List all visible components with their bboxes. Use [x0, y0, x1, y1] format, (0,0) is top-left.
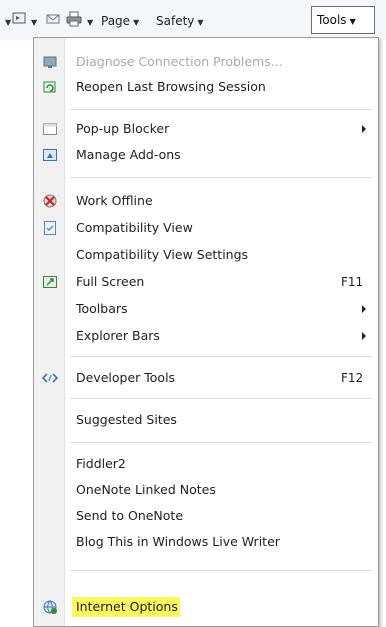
menu-separator [70, 177, 372, 178]
menu-label: Internet Options [76, 599, 178, 614]
command-bar: ▼ ▼ ▼ Page ▼ Safety ▼ Tools ▼ [0, 0, 386, 40]
popup-blocker-icon [43, 123, 57, 135]
safety-menu-button[interactable]: Safety ▼ [156, 8, 204, 34]
feeds-dropdown[interactable]: ▼ [28, 8, 37, 34]
menu-label: Suggested Sites [76, 412, 177, 427]
print-dropdown[interactable]: ▼ [84, 8, 93, 34]
menu-item-onenote-linked-notes[interactable]: OneNote Linked Notes [34, 477, 378, 503]
menu-item-send-to-onenote[interactable]: Send to OneNote [34, 503, 378, 529]
menu-label: Explorer Bars [76, 328, 160, 343]
full-screen-icon [43, 276, 57, 288]
submenu-arrow-icon [362, 305, 366, 313]
tools-menu: Diagnose Connection Problems... Reopen L… [33, 37, 379, 627]
menu-label: Blog This in Windows Live Writer [76, 534, 280, 549]
menu-label: Pop-up Blocker [76, 121, 170, 136]
page-menu-label: Page [101, 14, 131, 28]
menu-separator [70, 109, 372, 110]
menu-item-diagnose-connection: Diagnose Connection Problems... [34, 49, 378, 75]
mail-icon[interactable] [46, 13, 60, 25]
submenu-arrow-icon [362, 332, 366, 340]
shortcut-key: F11 [341, 275, 364, 289]
menu-item-compatibility-view[interactable]: Compatibility View [34, 215, 378, 241]
menu-separator [70, 570, 372, 571]
tools-menu-button[interactable]: Tools ▼ [311, 6, 375, 34]
menu-item-blog-this[interactable]: Blog This in Windows Live Writer [34, 529, 378, 555]
menu-label: Reopen Last Browsing Session [76, 79, 266, 94]
feeds-icon[interactable] [12, 12, 26, 24]
submenu-arrow-icon [362, 125, 366, 133]
menu-item-toolbars[interactable]: Toolbars [34, 296, 378, 322]
shortcut-key: F12 [341, 371, 364, 385]
menu-label: OneNote Linked Notes [76, 482, 216, 497]
network-diagnose-icon [43, 56, 57, 68]
menu-item-explorer-bars[interactable]: Explorer Bars [34, 323, 378, 349]
menu-item-reopen-session[interactable]: Reopen Last Browsing Session [34, 74, 378, 100]
menu-label: Send to OneNote [76, 508, 184, 523]
menu-label: Manage Add-ons [76, 147, 181, 162]
chevron-down-icon[interactable]: ▼ [2, 8, 11, 34]
internet-options-icon [43, 600, 57, 614]
menu-label: Compatibility View [76, 220, 193, 235]
menu-label: Compatibility View Settings [76, 247, 249, 262]
menu-item-internet-options[interactable]: Internet Options [34, 594, 378, 620]
menu-item-full-screen[interactable]: Full Screen F11 [34, 269, 378, 295]
menu-item-suggested-sites[interactable]: Suggested Sites [34, 407, 378, 433]
menu-label: Developer Tools [76, 370, 176, 385]
menu-item-manage-addons[interactable]: Manage Add-ons [34, 142, 378, 168]
menu-label: Full Screen [76, 274, 145, 289]
menu-item-fiddler[interactable]: Fiddler2 [34, 451, 378, 477]
print-icon[interactable] [66, 11, 82, 27]
menu-separator [70, 442, 372, 443]
developer-tools-icon [42, 373, 58, 383]
compatibility-view-icon [44, 221, 56, 235]
menu-item-compatibility-view-settings[interactable]: Compatibility View Settings [34, 242, 378, 268]
menu-label: Work Offline [76, 193, 153, 208]
menu-item-developer-tools[interactable]: Developer Tools F12 [34, 365, 378, 391]
menu-item-popup-blocker[interactable]: Pop-up Blocker [34, 116, 378, 142]
menu-separator [70, 398, 372, 399]
menu-label: Toolbars [76, 301, 128, 316]
menu-label: Diagnose Connection Problems... [76, 54, 283, 69]
menu-item-work-offline[interactable]: Work Offline [34, 188, 378, 214]
safety-menu-label: Safety [156, 14, 195, 28]
page-menu-button[interactable]: Page ▼ [101, 8, 139, 34]
reopen-session-icon [43, 81, 56, 93]
menu-label: Fiddler2 [76, 456, 126, 471]
manage-addons-icon [43, 149, 57, 161]
tools-menu-label: Tools [317, 13, 347, 27]
menu-separator [70, 356, 372, 357]
work-offline-icon [43, 194, 57, 208]
